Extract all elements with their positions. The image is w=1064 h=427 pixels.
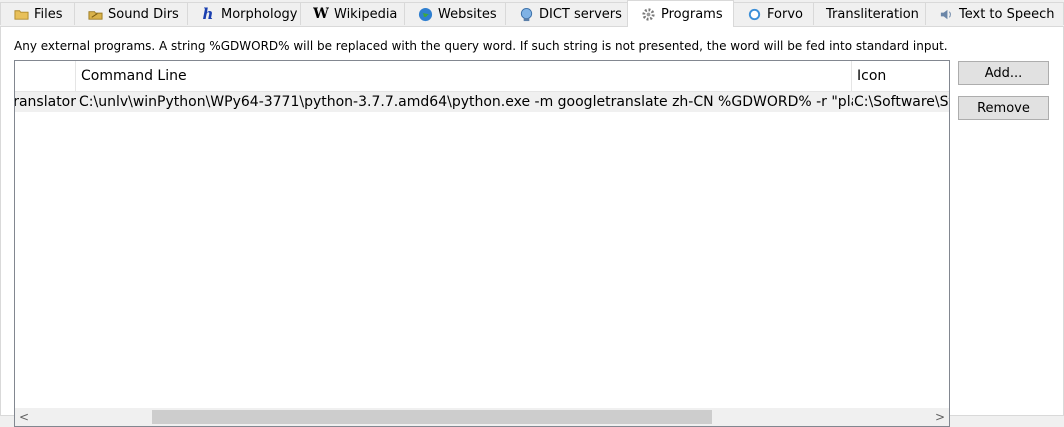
scroll-right-button[interactable]: > xyxy=(931,408,949,426)
tab-label: Websites xyxy=(438,6,497,22)
programs-panel: Any external programs. A string %GDWORD%… xyxy=(0,26,1064,427)
tab-label: Programs xyxy=(661,6,723,22)
tab-label: Morphology xyxy=(221,6,298,22)
remove-button[interactable]: Remove xyxy=(958,96,1049,120)
tab-files[interactable]: Files xyxy=(0,2,75,25)
tab-sound-dirs[interactable]: Sound Dirs xyxy=(74,2,188,25)
tab-label: Text to Speech xyxy=(959,6,1055,22)
row-command-cell[interactable]: C:\unlv\winPython\WPy64-3771\python-3.7.… xyxy=(79,92,853,112)
programs-description: Any external programs. A string %GDWORD%… xyxy=(14,39,948,53)
gear-icon xyxy=(640,6,656,22)
globe-icon xyxy=(417,6,433,22)
tab-label: DICT servers xyxy=(539,6,622,22)
horizontal-scrollbar[interactable]: < > xyxy=(15,408,949,426)
tab-forvo[interactable]: Forvo xyxy=(733,2,814,25)
tab-label: Sound Dirs xyxy=(108,6,179,22)
network-icon xyxy=(518,6,534,22)
morphology-h-icon: h xyxy=(202,5,214,23)
add-button[interactable]: Add... xyxy=(958,61,1049,85)
table-header: Command Line Icon xyxy=(15,61,949,92)
wikipedia-w-icon: W xyxy=(313,6,329,22)
tab-text-to-speech[interactable]: Text to Speech xyxy=(925,2,1064,25)
tab-label: Forvo xyxy=(767,6,803,22)
sound-folder-icon xyxy=(87,6,103,22)
tab-label: Transliteration xyxy=(826,6,919,22)
tab-morphology[interactable]: h Morphology xyxy=(187,2,301,25)
folder-icon xyxy=(13,6,29,22)
column-header-command-line[interactable]: Command Line xyxy=(75,61,852,91)
row-icon-cell[interactable]: C:\Software\St xyxy=(854,92,949,112)
tab-dict-servers[interactable]: DICT servers xyxy=(505,2,628,25)
tab-label: Wikipedia xyxy=(334,6,398,22)
tab-transliteration[interactable]: Transliteration xyxy=(813,2,926,25)
scrollbar-thumb[interactable] xyxy=(152,410,712,424)
table-row[interactable]: ranslator C:\unlv\winPython\WPy64-3771\p… xyxy=(15,92,949,112)
tab-bar: Files Sound Dirs h Morphology W Wikipedi… xyxy=(0,0,1064,27)
speaker-icon xyxy=(938,6,954,22)
tab-programs[interactable]: Programs xyxy=(627,0,734,27)
forvo-icon xyxy=(746,6,762,22)
programs-table[interactable]: Command Line Icon ranslator C:\unlv\winP… xyxy=(14,60,950,427)
column-header-icon[interactable]: Icon xyxy=(851,61,949,91)
scroll-left-button[interactable]: < xyxy=(15,408,33,426)
column-header-name[interactable] xyxy=(15,61,76,91)
tab-label: Files xyxy=(34,6,63,22)
row-name-cell[interactable]: ranslator xyxy=(15,92,76,112)
tab-wikipedia[interactable]: W Wikipedia xyxy=(300,2,405,25)
tab-websites[interactable]: Websites xyxy=(404,2,506,25)
